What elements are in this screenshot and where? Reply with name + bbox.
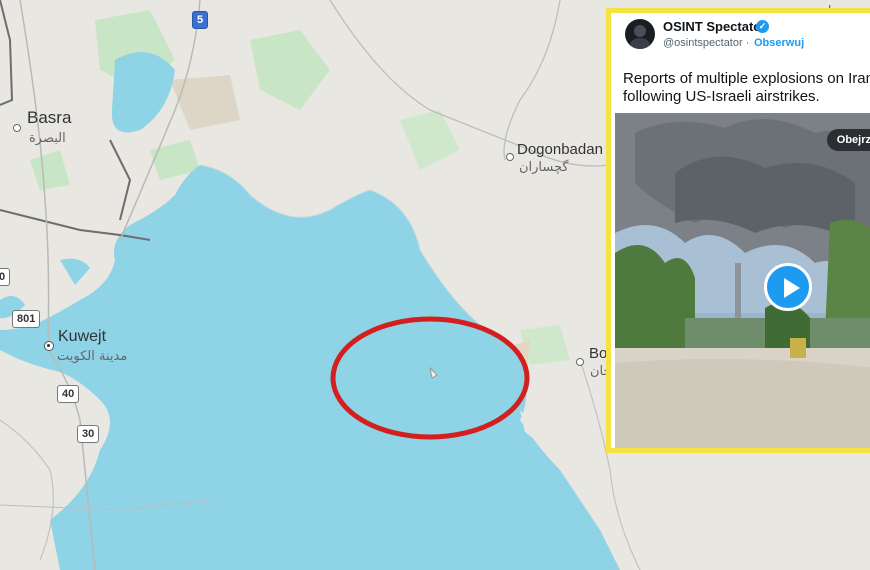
- tweet-header: OSINT Spectator ✓ @osintspectator · Obse…: [611, 13, 870, 65]
- play-icon[interactable]: [764, 263, 812, 311]
- city-marker: [13, 124, 21, 132]
- watch-button[interactable]: Obejrz: [826, 129, 870, 151]
- city-marker: [576, 358, 584, 366]
- tweet-card[interactable]: OSINT Spectator ✓ @osintspectator · Obse…: [606, 8, 870, 453]
- video-thumbnail: [615, 113, 870, 448]
- city-native-label-kuwejt: مدينة الكويت: [57, 349, 128, 364]
- road-shield-30: 30: [77, 425, 100, 443]
- city-label-basra: Basra: [27, 108, 72, 127]
- road-shield-5: 5: [192, 11, 209, 29]
- city-label-kuwejt: Kuwejt: [58, 328, 107, 345]
- verified-badge-icon: ✓: [756, 20, 769, 33]
- follow-button[interactable]: Obserwuj: [754, 37, 804, 49]
- city-native-label-dogonbadan: گچساران: [519, 160, 569, 175]
- city-marker: [506, 153, 514, 161]
- account-handle: @osintspectator ·: [663, 37, 750, 49]
- tweet-text: Reports of multiple explosions on Iran f…: [623, 70, 870, 105]
- road-shield-801: 801: [12, 310, 41, 328]
- video-player[interactable]: Obejrz: [615, 113, 870, 448]
- city-label-dogonbadan: Dogonbadan: [517, 141, 603, 158]
- road-shield-40: 40: [57, 385, 80, 403]
- account-name[interactable]: OSINT Spectator: [663, 19, 766, 34]
- road-shield-partial: 0: [0, 268, 11, 286]
- capital-marker: [44, 341, 54, 351]
- city-label-bo: Bo: [589, 345, 608, 362]
- avatar[interactable]: [625, 19, 655, 49]
- city-native-label-basra: البصرة: [29, 131, 66, 146]
